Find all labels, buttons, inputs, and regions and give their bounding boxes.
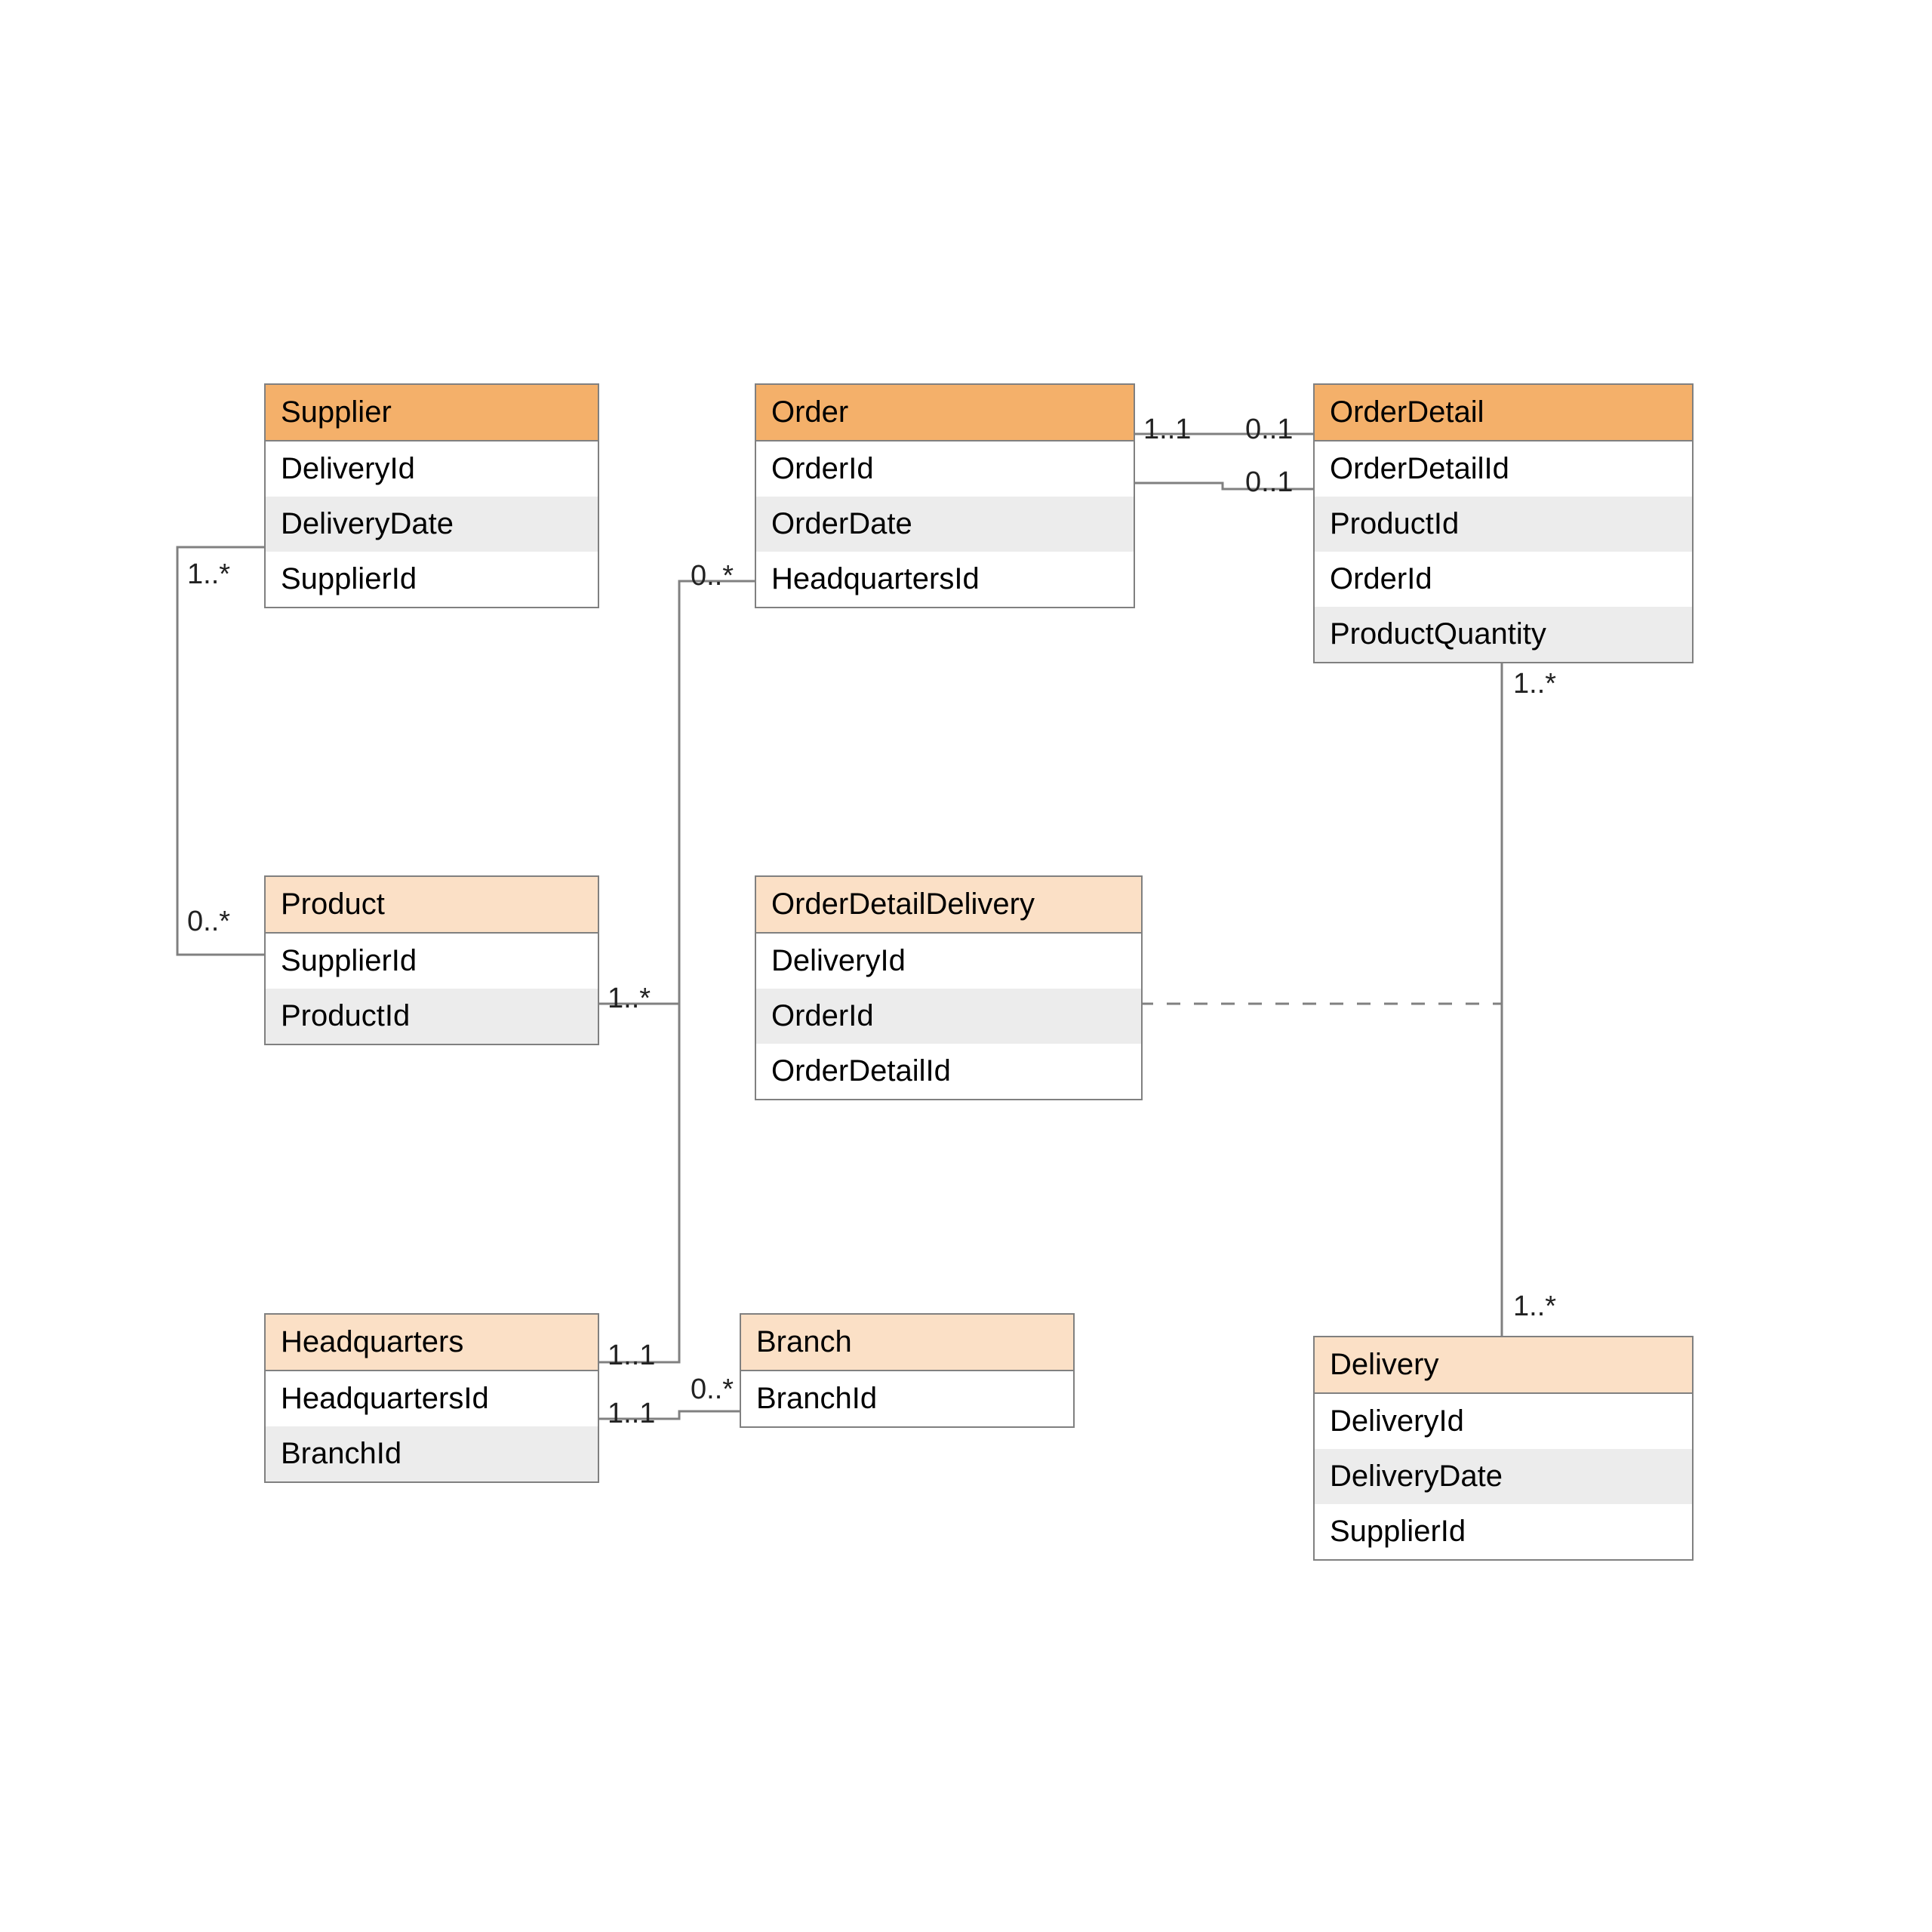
entity-attr: HeadquartersId: [756, 552, 1134, 607]
entity-attr: BranchId: [741, 1371, 1073, 1426]
entity-orderdetaildelivery: OrderDetailDelivery DeliveryId OrderId O…: [755, 875, 1143, 1100]
entity-title: Product: [266, 877, 598, 934]
mult-label: 1..*: [1513, 668, 1556, 700]
mult-label: 1..1: [1143, 414, 1191, 446]
entity-attr: ProductId: [1315, 497, 1692, 552]
entity-delivery: Delivery DeliveryId DeliveryDate Supplie…: [1313, 1336, 1694, 1561]
entity-product: Product SupplierId ProductId: [264, 875, 599, 1045]
entity-attr: DeliveryId: [756, 934, 1141, 989]
entity-attr: HeadquartersId: [266, 1371, 598, 1426]
entity-attr: SupplierId: [1315, 1504, 1692, 1559]
entity-attr: SupplierId: [266, 934, 598, 989]
entity-attr: SupplierId: [266, 552, 598, 607]
mult-label: 1..*: [608, 983, 651, 1015]
mult-label: 0..1: [1245, 466, 1293, 499]
entity-supplier: Supplier DeliveryId DeliveryDate Supplie…: [264, 383, 599, 608]
mult-label: 0..*: [691, 1374, 734, 1406]
entity-headquarters: Headquarters HeadquartersId BranchId: [264, 1313, 599, 1483]
entity-attr: OrderId: [756, 441, 1134, 497]
entity-title: OrderDetail: [1315, 385, 1692, 441]
entity-attr: BranchId: [266, 1426, 598, 1481]
entity-title: Supplier: [266, 385, 598, 441]
mult-label: 0..*: [691, 560, 734, 592]
entity-orderdetail: OrderDetail OrderDetailId ProductId Orde…: [1313, 383, 1694, 663]
entity-title: Headquarters: [266, 1315, 598, 1371]
mult-label: 0..1: [1245, 414, 1293, 446]
mult-label: 1..*: [187, 558, 230, 591]
mult-label: 1..*: [1513, 1291, 1556, 1323]
entity-attr: OrderDetailId: [1315, 441, 1692, 497]
entity-attr: OrderId: [756, 989, 1141, 1044]
entity-order: Order OrderId OrderDate HeadquartersId: [755, 383, 1135, 608]
entity-branch: Branch BranchId: [740, 1313, 1075, 1428]
entity-attr: DeliveryDate: [266, 497, 598, 552]
entity-attr: OrderId: [1315, 552, 1692, 607]
mult-label: 1..1: [608, 1398, 655, 1430]
er-diagram-canvas: Supplier DeliveryId DeliveryDate Supplie…: [0, 0, 1932, 1932]
mult-label: 1..1: [608, 1340, 655, 1372]
entity-title: Order: [756, 385, 1134, 441]
entity-attr: DeliveryDate: [1315, 1449, 1692, 1504]
entity-attr: OrderDetailId: [756, 1044, 1141, 1099]
entity-attr: ProductId: [266, 989, 598, 1044]
entity-attr: DeliveryId: [1315, 1394, 1692, 1449]
entity-title: OrderDetailDelivery: [756, 877, 1141, 934]
entity-title: Delivery: [1315, 1337, 1692, 1394]
entity-attr: DeliveryId: [266, 441, 598, 497]
mult-label: 0..*: [187, 906, 230, 938]
entity-attr: OrderDate: [756, 497, 1134, 552]
entity-attr: ProductQuantity: [1315, 607, 1692, 662]
entity-title: Branch: [741, 1315, 1073, 1371]
